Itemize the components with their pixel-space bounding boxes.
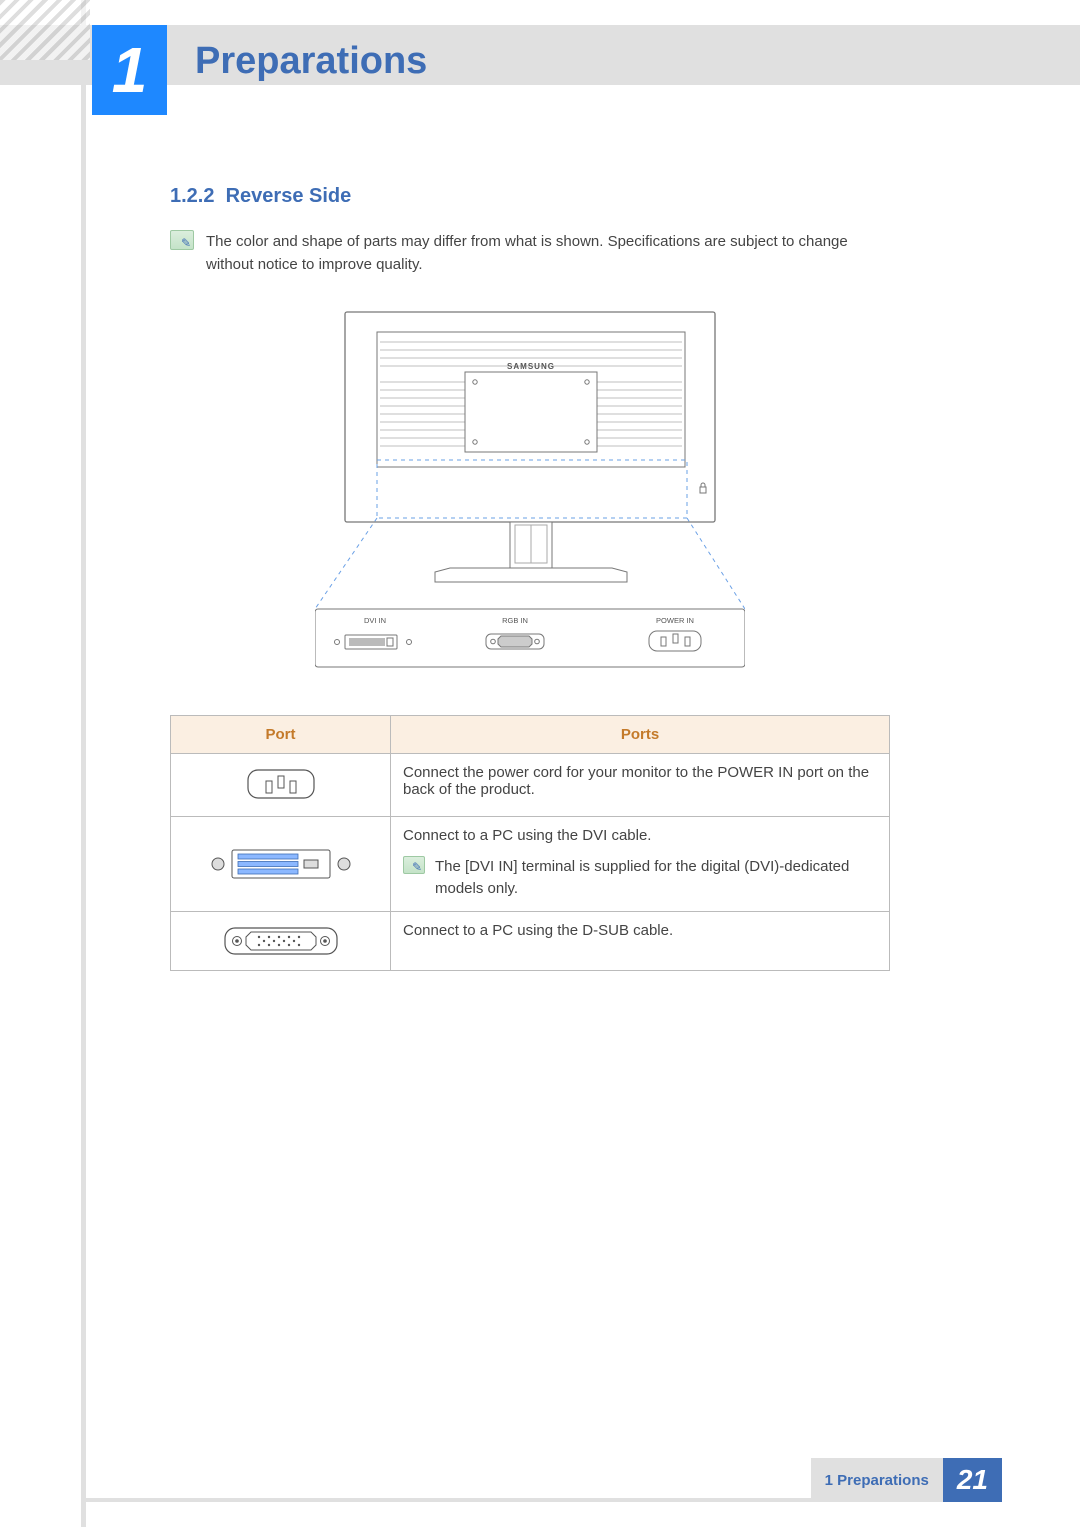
table-row: Connect to a PC using the DVI cable. The… — [171, 816, 890, 911]
section-heading: 1.2.2 Reverse Side — [170, 185, 890, 208]
reverse-side-diagram: SAMSUNG DVI IN RGB IN — [315, 307, 745, 687]
footer-page-number: 21 — [943, 1458, 1002, 1502]
power-label: POWER IN — [656, 616, 694, 625]
table-header-port: Port — [171, 715, 391, 753]
dsub-port-icon-cell — [171, 911, 391, 970]
note-text: The color and shape of parts may differ … — [206, 230, 890, 277]
section-title: Reverse Side — [226, 185, 352, 207]
table-row: Connect to a PC using the D-SUB cable. — [171, 911, 890, 970]
note-icon — [403, 856, 425, 874]
dvi-port-desc: Connect to a PC using the DVI cable. — [403, 827, 877, 844]
chapter-title: Preparations — [195, 40, 427, 83]
content-area: 1.2.2 Reverse Side The color and shape o… — [170, 185, 890, 971]
dvi-subnote-text: The [DVI IN] terminal is supplied for th… — [435, 856, 877, 901]
dvi-port-desc-cell: Connect to a PC using the DVI cable. The… — [391, 816, 890, 911]
section-number: 1.2.2 — [170, 185, 214, 207]
footer-label: 1 Preparations — [811, 1458, 943, 1502]
power-port-icon-cell — [171, 753, 391, 816]
power-port-desc: Connect the power cord for your monitor … — [391, 753, 890, 816]
footer: 1 Preparations 21 — [811, 1458, 1002, 1502]
dvi-label: DVI IN — [364, 616, 386, 625]
note-block: The color and shape of parts may differ … — [170, 230, 890, 277]
dvi-port-icon-cell — [171, 816, 391, 911]
chapter-number-badge: 1 — [92, 25, 167, 115]
power-port-icon — [246, 768, 316, 802]
table-header-ports: Ports — [391, 715, 890, 753]
dvi-port-icon — [206, 846, 356, 882]
side-stripe — [81, 0, 86, 1527]
note-icon — [170, 230, 194, 250]
table-row: Connect the power cord for your monitor … — [171, 753, 890, 816]
dsub-port-desc: Connect to a PC using the D-SUB cable. — [391, 911, 890, 970]
ports-table: Port Ports Connect the power cord — [170, 715, 890, 971]
brand-label: SAMSUNG — [507, 362, 555, 371]
dvi-subnote: The [DVI IN] terminal is supplied for th… — [403, 856, 877, 901]
dsub-port-icon — [221, 926, 341, 956]
rgb-label: RGB IN — [502, 616, 528, 625]
